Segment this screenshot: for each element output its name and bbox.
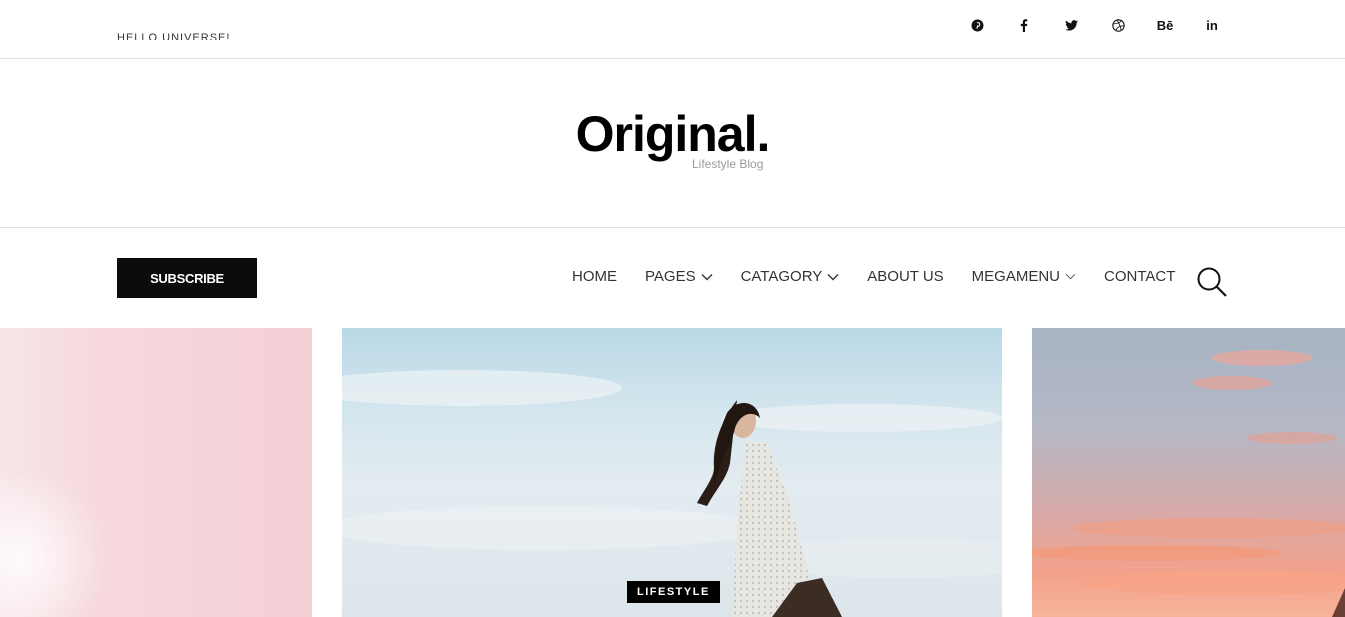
slide-previous[interactable] (0, 328, 312, 617)
pinterest-icon (971, 19, 983, 31)
behance-link[interactable]: Bē (1150, 15, 1180, 35)
ticker: HELLO UNIVERSE! (117, 28, 277, 40)
nav-item-label: CONTACT (1104, 268, 1176, 285)
twitter-link[interactable] (1056, 15, 1086, 35)
site-tagline: Lifestyle Blog (692, 157, 764, 171)
slide-next[interactable] (1032, 328, 1345, 617)
ticker-text: HELLO UNIVERSE! (117, 32, 231, 40)
social-links: Bē in (962, 15, 1244, 35)
featured-image (342, 370, 1002, 617)
dribbble-link[interactable] (1103, 15, 1133, 35)
site-logo[interactable]: Original. (0, 105, 1345, 163)
subscribe-button[interactable]: SUBSCRIBE (117, 258, 257, 298)
nav-item-label: MEGAMENU (971, 268, 1061, 285)
facebook-link[interactable] (1009, 15, 1039, 35)
nav-item-home[interactable]: HOME (572, 268, 617, 285)
nav-item-catagory[interactable]: CATAGORY (741, 268, 840, 285)
slide-featured[interactable] (342, 328, 1002, 617)
sunset-image (1032, 350, 1345, 617)
behance-icon: Bē (1156, 17, 1174, 33)
chevron-down-icon (1065, 273, 1076, 280)
linkedin-link[interactable]: in (1197, 15, 1227, 35)
nav-item-label: PAGES (645, 268, 696, 285)
nav-item-megamenu[interactable]: MEGAMENU (972, 268, 1076, 285)
site-header: Original. Lifestyle Blog (0, 59, 1345, 228)
main-navigation: SUBSCRIBE HOME PAGES CATAGORY ABOUT US M… (0, 228, 1345, 328)
category-badge[interactable]: LIFESTYLE (627, 581, 720, 603)
facebook-icon (1020, 18, 1028, 32)
nav-item-label: HOME (572, 268, 617, 285)
nav-item-contact[interactable]: CONTACT (1104, 268, 1175, 285)
nav-menu: HOME PAGES CATAGORY ABOUT US MEGAMENU CO… (572, 268, 1175, 285)
pinterest-link[interactable] (962, 15, 992, 35)
nav-item-label: CATAGORY (740, 268, 823, 285)
chevron-down-icon (701, 273, 713, 280)
twitter-icon (1064, 19, 1078, 31)
chevron-down-icon (827, 273, 839, 280)
top-bar: HELLO UNIVERSE! Bē in (0, 0, 1345, 59)
nav-item-label: ABOUT US (867, 268, 944, 285)
nav-item-about-us[interactable]: ABOUT US (867, 268, 943, 285)
nav-item-pages[interactable]: PAGES (645, 268, 713, 285)
search-icon[interactable] (1196, 266, 1228, 298)
linkedin-icon: in (1206, 17, 1218, 33)
dribbble-icon (1111, 18, 1125, 32)
